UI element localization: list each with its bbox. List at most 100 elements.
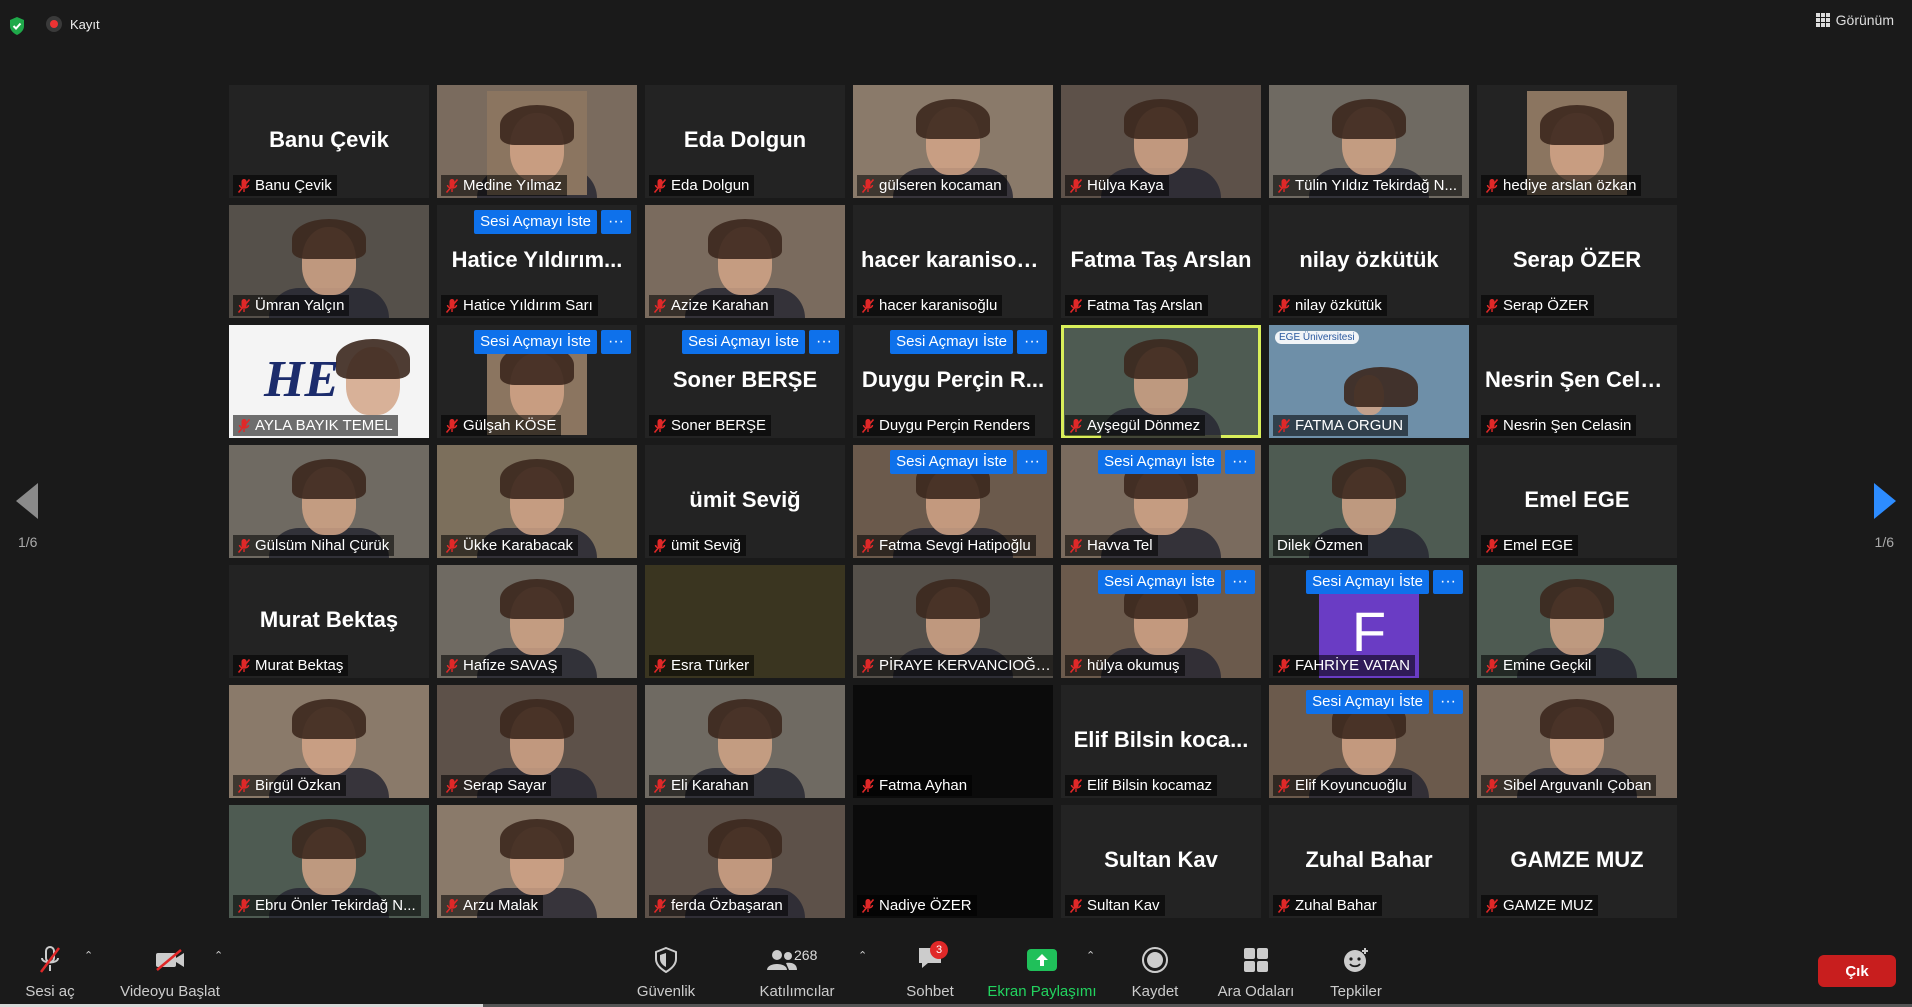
participant-tile[interactable]: Hatice Yıldırım... Sesi Açmayı İste ··· Hat… bbox=[437, 205, 637, 318]
participants-caret-icon[interactable]: ⌃ bbox=[858, 949, 867, 962]
participant-tile[interactable]: HE AYLA BAYIK TEMEL bbox=[229, 325, 429, 438]
muted-microphone-icon bbox=[1277, 418, 1291, 433]
participant-tile[interactable]: EGE Üniversitesi FATMA ORGUN bbox=[1269, 325, 1469, 438]
participant-tile[interactable]: Ayşegül Dönmez bbox=[1061, 325, 1261, 438]
more-options-button[interactable]: ··· bbox=[1433, 570, 1463, 594]
participant-name-label: Ümran Yalçın bbox=[233, 295, 350, 316]
participant-name: Banu Çevik bbox=[255, 177, 332, 194]
recording-indicator[interactable]: Kayıt bbox=[46, 16, 100, 32]
participant-tile[interactable]: Eli Karahan bbox=[645, 685, 845, 798]
participant-tile[interactable]: Sesi Açmayı İste ··· hülya okumuş bbox=[1061, 565, 1261, 678]
participant-tile[interactable]: Ümran Yalçın bbox=[229, 205, 429, 318]
participant-tile[interactable]: Hülya Kaya bbox=[1061, 85, 1261, 198]
tile-actions: Sesi Açmayı İste ··· bbox=[474, 210, 631, 234]
participant-tile[interactable]: Birgül Özkan bbox=[229, 685, 429, 798]
participant-tile[interactable]: Fatma Ayhan bbox=[853, 685, 1053, 798]
participant-name-label: Fatma Sevgi Hatipoğlu bbox=[857, 535, 1036, 556]
participant-tile[interactable]: Ebru Önler Tekirdağ N... bbox=[229, 805, 429, 918]
participant-tile[interactable]: Sultan Kav Sultan Kav bbox=[1061, 805, 1261, 918]
participant-tile[interactable]: F Sesi Açmayı İste ··· FAHRİYE VATAN bbox=[1269, 565, 1469, 678]
participant-tile[interactable]: Murat Bektaş Murat Bektaş bbox=[229, 565, 429, 678]
ask-to-unmute-button[interactable]: Sesi Açmayı İste bbox=[890, 330, 1013, 354]
participant-tile[interactable]: gülseren kocaman bbox=[853, 85, 1053, 198]
audio-options-caret-icon[interactable]: ⌃ bbox=[84, 949, 93, 962]
participant-tile[interactable]: Ükke Karabacak bbox=[437, 445, 637, 558]
participant-tile[interactable]: Duygu Perçin R... Sesi Açmayı İste ··· Duyg… bbox=[853, 325, 1053, 438]
participant-tile[interactable]: Banu Çevik Banu Çevik bbox=[229, 85, 429, 198]
participant-tile[interactable]: nilay özkütük nilay özkütük bbox=[1269, 205, 1469, 318]
participant-tile[interactable]: Eda Dolgun Eda Dolgun bbox=[645, 85, 845, 198]
participant-tile[interactable]: ferda Özbaşaran bbox=[645, 805, 845, 918]
next-page-arrow-icon[interactable] bbox=[1874, 483, 1896, 519]
participant-tile[interactable]: Zuhal Bahar Zuhal Bahar bbox=[1269, 805, 1469, 918]
participant-tile[interactable]: Serap Sayar bbox=[437, 685, 637, 798]
more-options-button[interactable]: ··· bbox=[601, 330, 631, 354]
participant-tile[interactable]: Sesi Açmayı İste ··· Gülşah KÖSE bbox=[437, 325, 637, 438]
participant-tile[interactable]: Dilek Özmen bbox=[1269, 445, 1469, 558]
participant-name-label: Arzu Malak bbox=[441, 895, 544, 916]
participant-tile[interactable]: Sesi Açmayı İste ··· Elif Koyuncuoğlu bbox=[1269, 685, 1469, 798]
participant-tile[interactable]: Fatma Taş Arslan Fatma Taş Arslan bbox=[1061, 205, 1261, 318]
share-screen-button[interactable]: Ekran Paylaşımı bbox=[986, 943, 1098, 1000]
participant-tile[interactable]: Azize Karahan bbox=[645, 205, 845, 318]
participant-tile[interactable]: Emine Geçkil bbox=[1477, 565, 1677, 678]
ask-to-unmute-button[interactable]: Sesi Açmayı İste bbox=[474, 330, 597, 354]
participant-name: Azize Karahan bbox=[671, 297, 769, 314]
participant-tile[interactable]: Nesrin Şen Cela... Nesrin Şen Celasin bbox=[1477, 325, 1677, 438]
participant-tile[interactable]: Medine Yılmaz bbox=[437, 85, 637, 198]
participant-tile[interactable]: Arzu Malak bbox=[437, 805, 637, 918]
unmute-button[interactable]: Sesi aç bbox=[24, 943, 76, 1000]
ask-to-unmute-button[interactable]: Sesi Açmayı İste bbox=[890, 450, 1013, 474]
profile-picture-face bbox=[1540, 105, 1614, 181]
participant-tile[interactable]: Sesi Açmayı İste ··· Havva Tel bbox=[1061, 445, 1261, 558]
participant-tile[interactable]: Gülsüm Nihal Çürük bbox=[229, 445, 429, 558]
participant-tile[interactable]: GAMZE MUZ GAMZE MUZ bbox=[1477, 805, 1677, 918]
participant-tile[interactable]: Esra Türker bbox=[645, 565, 845, 678]
more-options-button[interactable]: ··· bbox=[601, 210, 631, 234]
chat-button[interactable]: 3 Sohbet bbox=[900, 941, 960, 1000]
participant-tile[interactable]: ümit Seviğ ümit Seviğ bbox=[645, 445, 845, 558]
participant-tile[interactable]: hediye arslan özkan bbox=[1477, 85, 1677, 198]
more-options-button[interactable]: ··· bbox=[809, 330, 839, 354]
participant-video-face bbox=[336, 339, 410, 415]
participant-tile[interactable]: Nadiye ÖZER bbox=[853, 805, 1053, 918]
ask-to-unmute-button[interactable]: Sesi Açmayı İste bbox=[1098, 570, 1221, 594]
start-video-button[interactable]: Videoyu Başlat bbox=[118, 943, 222, 1000]
participant-tile[interactable]: Sibel Arguvanlı Çoban bbox=[1477, 685, 1677, 798]
reactions-button[interactable]: Tepkiler bbox=[1326, 943, 1386, 1000]
participant-tile[interactable]: Soner BERŞE Sesi Açmayı İste ··· Soner BERŞ… bbox=[645, 325, 845, 438]
ask-to-unmute-button[interactable]: Sesi Açmayı İste bbox=[474, 210, 597, 234]
record-button[interactable]: Kaydet bbox=[1130, 943, 1180, 1000]
share-options-caret-icon[interactable]: ⌃ bbox=[1086, 949, 1095, 962]
breakout-rooms-button[interactable]: Ara Odaları bbox=[1216, 943, 1296, 1000]
ask-to-unmute-button[interactable]: Sesi Açmayı İste bbox=[1306, 690, 1429, 714]
participant-tile[interactable]: Emel EGE Emel EGE bbox=[1477, 445, 1677, 558]
more-options-button[interactable]: ··· bbox=[1017, 450, 1047, 474]
video-options-caret-icon[interactable]: ⌃ bbox=[214, 949, 223, 962]
security-button[interactable]: Güvenlik bbox=[632, 943, 700, 1000]
participant-tile[interactable]: Serap ÖZER Serap ÖZER bbox=[1477, 205, 1677, 318]
participant-tile[interactable]: hacer karanisoğlu hacer karanisoğlu bbox=[853, 205, 1053, 318]
more-options-button[interactable]: ··· bbox=[1017, 330, 1047, 354]
ask-to-unmute-button[interactable]: Sesi Açmayı İste bbox=[682, 330, 805, 354]
participant-tile[interactable]: Hafize SAVAŞ bbox=[437, 565, 637, 678]
leave-button[interactable]: Çık bbox=[1818, 955, 1896, 987]
view-button[interactable]: Görünüm bbox=[1815, 12, 1894, 28]
tile-actions: Sesi Açmayı İste ··· bbox=[1098, 570, 1255, 594]
participant-name-label: Ükke Karabacak bbox=[441, 535, 579, 556]
ask-to-unmute-button[interactable]: Sesi Açmayı İste bbox=[1306, 570, 1429, 594]
participants-button[interactable]: 268 Katılımcılar bbox=[756, 943, 838, 1000]
participant-tile[interactable]: Tülin Yıldız Tekirdağ N... bbox=[1269, 85, 1469, 198]
recording-label: Kayıt bbox=[70, 16, 100, 32]
participant-name: Soner BERŞE bbox=[671, 417, 767, 434]
participant-display-name: Nesrin Şen Cela... bbox=[1485, 367, 1671, 392]
participant-tile[interactable]: Sesi Açmayı İste ··· Fatma Sevgi Hatipoğlu bbox=[853, 445, 1053, 558]
participant-tile[interactable]: Elif Bilsin koca... Elif Bilsin kocamaz bbox=[1061, 685, 1261, 798]
previous-page-arrow-icon[interactable] bbox=[16, 483, 38, 519]
more-options-button[interactable]: ··· bbox=[1225, 570, 1255, 594]
more-options-button[interactable]: ··· bbox=[1433, 690, 1463, 714]
ask-to-unmute-button[interactable]: Sesi Açmayı İste bbox=[1098, 450, 1221, 474]
shield-icon[interactable] bbox=[8, 16, 26, 36]
participant-tile[interactable]: PİRAYE KERVANCIOĞLU bbox=[853, 565, 1053, 678]
more-options-button[interactable]: ··· bbox=[1225, 450, 1255, 474]
